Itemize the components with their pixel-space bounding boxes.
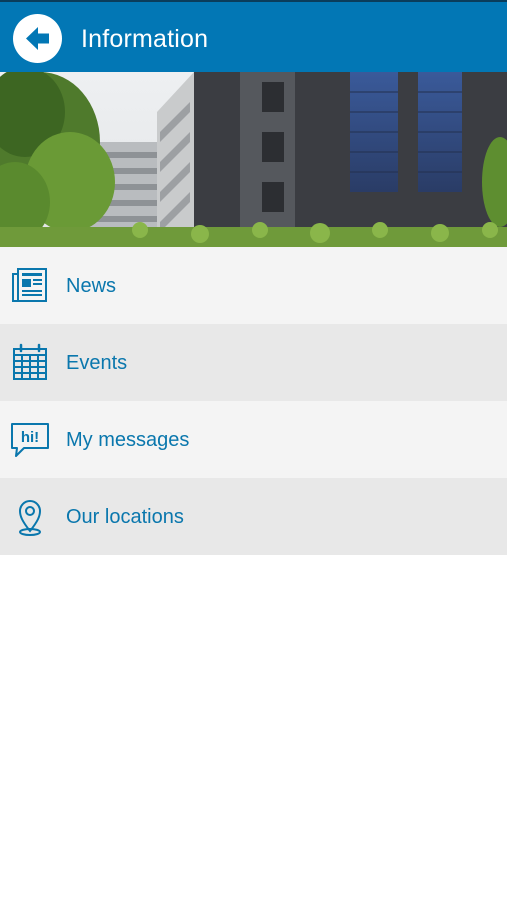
menu-item-my-messages[interactable]: hi! My messages [0, 401, 507, 478]
location-pin-icon [18, 500, 42, 536]
menu-item-label: My messages [66, 429, 190, 451]
speech-bubble-text: hi! [21, 429, 39, 446]
menu-item-events[interactable]: Events [0, 324, 507, 401]
banner-image [0, 72, 507, 247]
menu-item-our-locations[interactable]: Our locations [0, 478, 507, 555]
calendar-icon [13, 343, 47, 380]
empty-content-area [0, 555, 507, 900]
page-title: Information [81, 25, 209, 53]
menu-item-label: Events [66, 352, 128, 374]
menu-item-label: News [66, 275, 117, 297]
menu-item-news[interactable]: News [0, 247, 507, 324]
menu-list: News Events hi! My messages Our location… [0, 247, 507, 555]
newspaper-icon [12, 268, 47, 302]
office-building-photo [0, 72, 507, 247]
status-line [0, 0, 507, 2]
arrow-left-icon [26, 27, 49, 50]
menu-item-label: Our locations [66, 506, 184, 528]
app-header: Information [0, 0, 507, 72]
speech-bubble-icon: hi! [11, 423, 49, 457]
back-button[interactable] [13, 14, 62, 63]
